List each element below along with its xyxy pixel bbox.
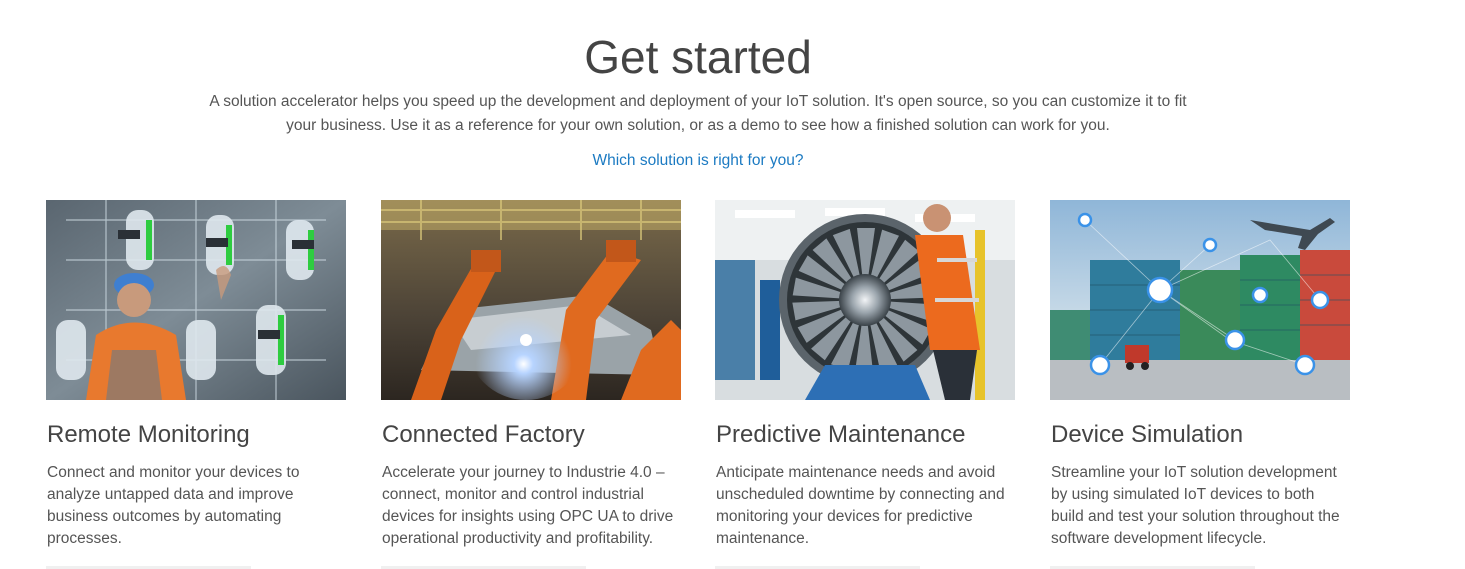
connected-factory-image[interactable] bbox=[381, 200, 681, 400]
which-solution-link[interactable]: Which solution is right for you? bbox=[0, 151, 1396, 171]
card-title[interactable]: Connected Factory bbox=[382, 421, 681, 449]
card-description: Anticipate maintenance needs and avoid u… bbox=[716, 464, 1005, 547]
solution-card-remote-monitoring: Remote Monitoring Connect and monitor yo… bbox=[46, 200, 346, 569]
card-title[interactable]: Remote Monitoring bbox=[47, 421, 346, 449]
solution-card-connected-factory: Connected Factory Accelerate your journe… bbox=[381, 200, 681, 569]
solution-card-device-simulation: Device Simulation Streamline your IoT so… bbox=[1050, 200, 1350, 569]
remote-monitoring-image[interactable] bbox=[46, 200, 346, 400]
get-started-page: Get started A solution accelerator helps… bbox=[0, 0, 1465, 569]
page-title: Get started bbox=[584, 31, 812, 83]
card-title[interactable]: Device Simulation bbox=[1051, 421, 1350, 449]
solution-card-predictive-maintenance: Predictive Maintenance Anticipate mainte… bbox=[715, 200, 1015, 569]
card-description: Streamline your IoT solution development… bbox=[1051, 464, 1340, 547]
device-simulation-image[interactable] bbox=[1050, 200, 1350, 400]
card-title[interactable]: Predictive Maintenance bbox=[716, 421, 1015, 449]
card-description: Connect and monitor your devices to anal… bbox=[47, 464, 300, 547]
predictive-maintenance-image[interactable] bbox=[715, 200, 1015, 400]
intro-text: A solution accelerator helps you speed u… bbox=[209, 93, 1187, 134]
card-description: Accelerate your journey to Industrie 4.0… bbox=[382, 464, 674, 547]
